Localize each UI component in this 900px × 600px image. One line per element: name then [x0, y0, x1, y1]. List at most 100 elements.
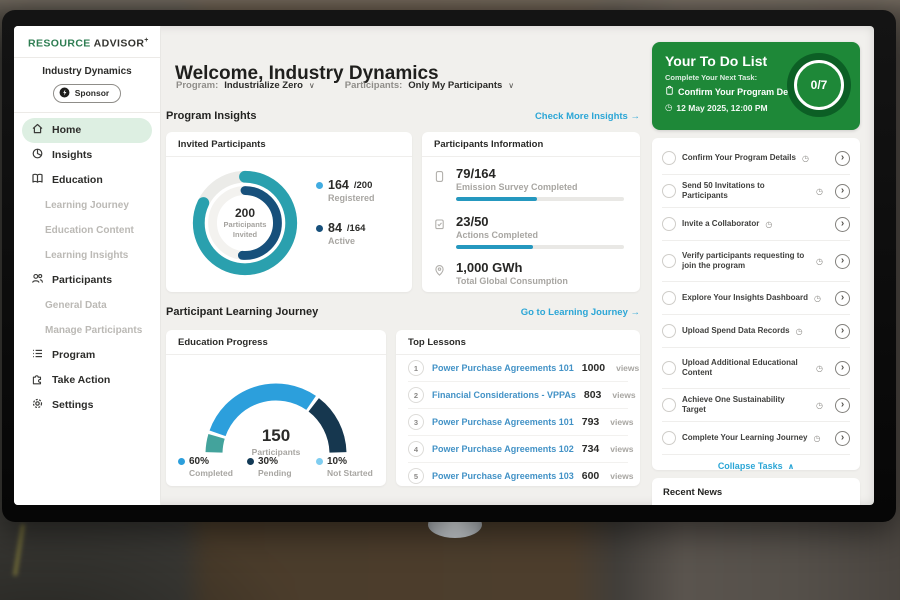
clock-icon: ◷: [796, 327, 803, 336]
chevron-right-button[interactable]: ›: [835, 254, 850, 269]
check-more-insights-link[interactable]: Check More Insights →: [535, 111, 640, 122]
todo-item[interactable]: Explore Your Insights Dashboard ◷ ›: [662, 282, 850, 315]
todo-checkbox[interactable]: [662, 184, 676, 198]
lesson-row: 5 Power Purchase Agreements 103 600views: [408, 463, 628, 489]
participants-filter-select[interactable]: Only My Participants: [408, 80, 502, 91]
todo-item[interactable]: Achieve One Sustainability Target ◷ ›: [662, 389, 850, 422]
todo-item[interactable]: Upload Spend Data Records ◷ ›: [662, 315, 850, 348]
location-pin-icon: [434, 264, 445, 282]
clock-icon: ◷: [665, 103, 672, 113]
sidebar-item-label: Education: [52, 174, 103, 186]
legend-entry-completed: 60% Completed: [178, 456, 240, 478]
sidebar-item-take-action[interactable]: Take Action: [22, 368, 152, 393]
sidebar-item-participants[interactable]: Participants: [22, 268, 152, 293]
actions-value: 23/50: [456, 214, 624, 229]
todo-item[interactable]: Verify participants requesting to join t…: [662, 241, 850, 282]
lesson-link[interactable]: Power Purchase Agreements 101: [432, 417, 574, 427]
chevron-right-button[interactable]: ›: [835, 291, 850, 306]
card-title: Participants Information: [422, 132, 640, 157]
invited-donut-chart: 200 Participants Invited: [186, 164, 304, 282]
todo-checkbox[interactable]: [662, 398, 676, 412]
program-insights-header: Program Insights Check More Insights →: [166, 110, 640, 122]
todo-item[interactable]: Confirm Your Program Details ◷ ›: [662, 142, 850, 175]
lesson-views: 1000: [582, 362, 605, 374]
sidebar-item-label: Learning Insights: [45, 250, 128, 261]
donut-legend: 164/200 Registered 84/164 Active: [316, 178, 375, 264]
participants-information-card: Participants Information 79/164 Emission…: [422, 132, 640, 292]
sidebar-item-learning-insights[interactable]: Learning Insights: [22, 243, 152, 268]
sidebar-item-education[interactable]: Education: [22, 168, 152, 193]
invited-participants-card: Invited Participants 200 Participants In…: [166, 132, 412, 292]
lesson-link[interactable]: Power Purchase Agreements 102: [432, 444, 574, 454]
todo-checkbox[interactable]: [662, 324, 676, 338]
go-to-learning-journey-link[interactable]: Go to Learning Journey →: [521, 307, 640, 318]
chevron-right-button[interactable]: ›: [835, 361, 850, 376]
lesson-link[interactable]: Financial Considerations - VPPAs: [432, 390, 576, 400]
collapse-tasks-link[interactable]: Collapse Tasks ∧: [652, 455, 860, 477]
chevron-right-button[interactable]: ›: [835, 398, 850, 413]
recent-news-title: Recent News: [652, 478, 860, 505]
consumption-value: 1,000 GWh: [456, 260, 624, 275]
legend-dot: [247, 458, 254, 465]
todo-title: Your To Do List: [665, 53, 767, 69]
todo-checkbox[interactable]: [662, 254, 676, 268]
sidebar-item-label: Home: [52, 124, 81, 136]
chevron-right-button[interactable]: ›: [835, 431, 850, 446]
todo-item[interactable]: Send 50 Invitations to Participants ◷ ›: [662, 175, 850, 208]
sidebar-item-general-data[interactable]: General Data: [22, 293, 152, 318]
todo-checkbox[interactable]: [662, 291, 676, 305]
chevron-up-icon: ∧: [788, 462, 795, 471]
sidebar-item-label: Program: [52, 349, 95, 361]
lesson-rank: 1: [408, 360, 424, 376]
gauge-center-label: 150 Participants: [166, 426, 386, 457]
card-title: Education Progress: [166, 330, 386, 355]
todo-checkbox[interactable]: [662, 431, 676, 445]
sidebar-item-home[interactable]: Home: [22, 118, 152, 143]
program-filter-select[interactable]: Industrialize Zero: [224, 80, 303, 91]
sponsor-badge-label: Sponsor: [75, 88, 109, 98]
todo-progress-ring: 0/7: [787, 53, 851, 117]
chevron-down-icon[interactable]: ∨: [508, 81, 514, 90]
chevron-right-button[interactable]: ›: [835, 151, 850, 166]
lesson-row: 1 Power Purchase Agreements 101 1000view…: [408, 355, 628, 382]
sidebar-item-education-content[interactable]: Education Content: [22, 218, 152, 243]
survey-progress-track: [456, 197, 624, 201]
sidebar-item-insights[interactable]: Insights: [22, 143, 152, 168]
chevron-right-button[interactable]: ›: [835, 324, 850, 339]
account-name: Industry Dynamics: [14, 58, 160, 79]
clipboard-icon: [665, 85, 674, 98]
todo-checkbox[interactable]: [662, 151, 676, 165]
survey-label: Emission Survey Completed: [456, 182, 624, 192]
todo-item[interactable]: Upload Additional Educational Content ◷ …: [662, 348, 850, 389]
sidebar-item-learning-journey[interactable]: Learning Journey: [22, 193, 152, 218]
todo-item[interactable]: Invite a Collaborator ◷ ›: [662, 208, 850, 241]
chevron-down-icon[interactable]: ∨: [309, 81, 315, 90]
arrow-right-icon: →: [631, 307, 641, 318]
actions-label: Actions Completed: [456, 230, 624, 240]
lesson-rank: 3: [408, 414, 424, 430]
card-title: Top Lessons: [396, 330, 640, 355]
chevron-right-button[interactable]: ›: [835, 217, 850, 232]
sidebar-item-manage-participants[interactable]: Manage Participants: [22, 318, 152, 343]
legend-entry-not-started: 10% Not Started: [316, 456, 378, 478]
sidebar: RESOURCE ADVISOR+ Industry Dynamics Spon…: [14, 26, 161, 505]
todo-datetime: ◷ 12 May 2025, 12:00 PM: [665, 103, 768, 113]
todo-next-task: Confirm Your Program Details: [665, 85, 806, 98]
lesson-views: 793: [582, 416, 600, 428]
program-list-icon: [31, 347, 44, 363]
dashboard-screen: RESOURCE ADVISOR+ Industry Dynamics Spon…: [14, 26, 874, 505]
todo-checkbox[interactable]: [662, 361, 676, 375]
todo-item[interactable]: Complete Your Learning Journey ◷ ›: [662, 422, 850, 455]
participants-filter-label: Participants:: [345, 80, 403, 91]
todo-checkbox[interactable]: [662, 217, 676, 231]
lesson-link[interactable]: Power Purchase Agreements 103: [432, 471, 574, 481]
sponsor-badge[interactable]: Sponsor: [53, 84, 121, 103]
chevron-right-button[interactable]: ›: [835, 184, 850, 199]
lesson-row: 4 Power Purchase Agreements 102 734views: [408, 436, 628, 463]
learning-journey-header: Participant Learning Journey Go to Learn…: [166, 306, 640, 318]
sidebar-item-program[interactable]: Program: [22, 343, 152, 368]
logo-text-secondary: ADVISOR: [94, 38, 145, 50]
lesson-link[interactable]: Power Purchase Agreements 101: [432, 363, 574, 373]
sidebar-item-settings[interactable]: Settings: [22, 393, 152, 418]
take-action-puzzle-icon: [31, 372, 44, 388]
